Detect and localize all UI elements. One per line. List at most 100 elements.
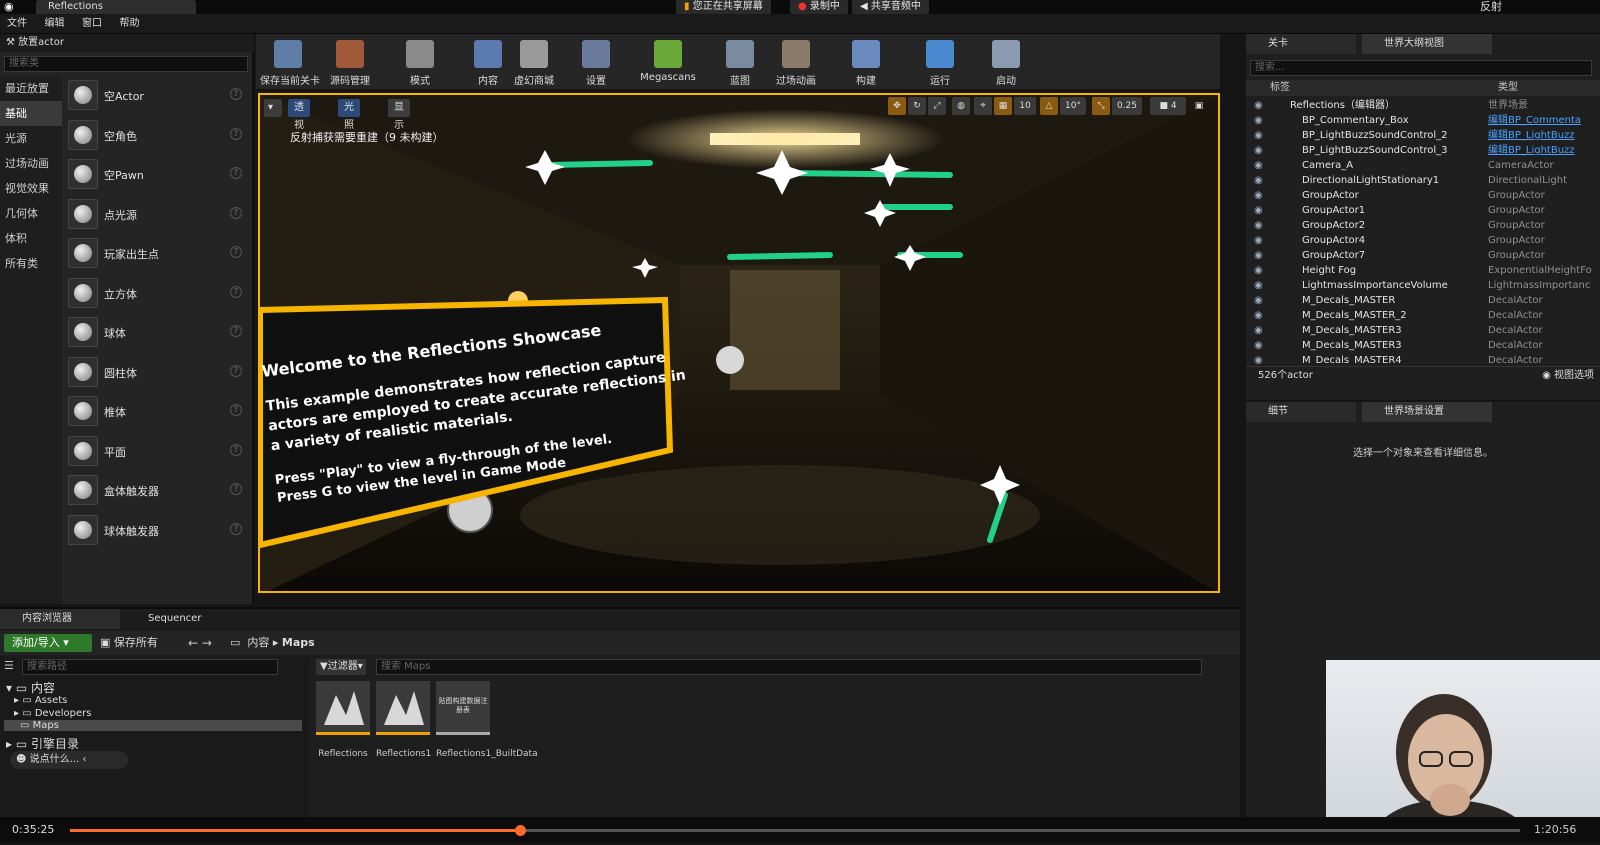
audio-share-indicator[interactable]: ◀ 共享音频中 [852,0,929,14]
grid-snap-icon[interactable]: ▦ [994,97,1012,115]
scale-snap-value[interactable]: 0.25 [1112,97,1142,115]
category-visual-effects[interactable]: 视觉效果 [0,176,62,201]
help-icon[interactable]: ? [230,206,242,219]
type-column-header[interactable]: 类型 [1498,80,1518,96]
actor-item[interactable]: 玩家出生点? [64,234,250,274]
outliner-row[interactable]: ◉ LightmassImportanceVolume LightmassImpor… [1246,278,1600,293]
actor-type[interactable]: 编辑BP_LightBuzz [1488,143,1598,158]
menu-edit[interactable]: 编辑 [45,14,65,34]
actor-type[interactable]: 编辑BP_Commenta [1488,113,1598,128]
actor-item[interactable]: 平面? [64,432,250,472]
tree-maps[interactable]: ▭ Maps [4,720,302,731]
help-icon[interactable]: ? [230,285,242,298]
help-icon[interactable]: ? [230,127,242,140]
toolbar-button-settings[interactable]: 设置 [568,38,624,88]
grid-snap-value[interactable]: 10 [1014,97,1036,115]
tab-world-outliner[interactable]: 世界大纲视图 [1362,34,1492,54]
outliner-row[interactable]: ◉ GroupActor4 GroupActor [1246,233,1600,248]
tab-details[interactable]: 细节 [1246,402,1356,422]
help-icon[interactable]: ? [230,246,242,258]
menu-file[interactable]: 文件 [7,14,27,34]
actor-item[interactable]: 盒体触发器? [64,471,250,511]
menu-help[interactable]: 帮助 [120,14,140,34]
rotation-snap-value[interactable]: 10° [1060,97,1086,115]
category-all-classes[interactable]: 所有类 [0,251,62,276]
actor-item[interactable]: 点光源? [64,195,250,235]
outliner-row[interactable]: ◉ BP_Commentary_Box 编辑BP_Commenta [1246,113,1600,128]
video-seek-handle[interactable] [514,825,526,836]
outliner-row[interactable]: ◉ BP_LightBuzzSoundControl_3 编辑BP_LightBuz… [1246,143,1600,158]
add-import-button[interactable]: 添加/导入 ▾ [4,634,92,652]
back-forward-icon[interactable]: ← → [188,634,212,652]
outliner-row[interactable]: ◉ M_Decals_MASTER_2 DecalActor [1246,308,1600,323]
level-tab[interactable]: Reflections [36,0,196,14]
scale-snap-icon[interactable]: ⤡ [1092,97,1110,115]
rotate-icon[interactable]: ↻ [908,97,926,115]
menu-window[interactable]: 窗口 [82,14,102,34]
visibility-eye-icon[interactable]: ◉ [1254,203,1263,218]
visibility-eye-icon[interactable]: ◉ [1254,98,1263,113]
outliner-row[interactable]: ◉ GroupActor7 GroupActor [1246,248,1600,263]
toolbar-button-blueprint[interactable]: 蓝图 [712,38,768,88]
toolbar-button-play[interactable]: 运行 [912,38,968,88]
category-volumes[interactable]: 体积 [0,226,62,251]
visibility-eye-icon[interactable]: ◉ [1254,128,1263,143]
outliner-row[interactable]: ◉ M_Decals_MASTER DecalActor [1246,293,1600,308]
visibility-eye-icon[interactable]: ◉ [1254,353,1263,364]
outliner-row[interactable]: ◉ GroupActor1 GroupActor [1246,203,1600,218]
outliner-row[interactable]: ◉ Camera_A CameraActor [1246,158,1600,173]
asset-reflections[interactable]: Reflections [316,681,370,760]
tab-world-settings[interactable]: 世界场景设置 [1362,402,1492,422]
show-button[interactable]: 显示 [388,99,410,131]
translate-icon[interactable]: ✥ [888,97,906,115]
actor-item[interactable]: 空Pawn? [64,155,250,195]
actor-item[interactable]: 立方体? [64,274,250,314]
visibility-eye-icon[interactable]: ◉ [1254,218,1263,233]
outliner-row[interactable]: ◉ BP_LightBuzzSoundControl_2 编辑BP_LightBuz… [1246,128,1600,143]
path-search-input[interactable]: 搜索路径 [22,659,278,675]
visibility-eye-icon[interactable]: ◉ [1254,293,1263,308]
toolbar-button-marketplace[interactable]: 虚幻商城 [506,38,562,88]
actor-item[interactable]: 球体? [64,313,250,353]
visibility-eye-icon[interactable]: ◉ [1254,338,1263,353]
visibility-eye-icon[interactable]: ◉ [1254,248,1263,263]
video-seek-bar[interactable] [70,825,1520,836]
actor-item[interactable]: 圆柱体? [64,353,250,393]
toolbar-button-save[interactable]: 保存当前关卡 [260,38,320,88]
outliner-search-input[interactable]: 搜索... [1250,60,1592,76]
outliner-row[interactable]: ◉ Height Fog ExponentialHeightFo [1246,263,1600,278]
toolbar-button-launch[interactable]: 启动 [978,38,1034,88]
filters-button[interactable]: ▼过滤器▾ [316,659,366,675]
tree-assets[interactable]: ▸ ▭ Assets [14,695,67,706]
toolbar-button-source-control[interactable]: 源码管理 [322,38,378,88]
tree-engine-content[interactable]: ▸ ▭ 引擎目录 [6,735,79,752]
surface-snap-icon[interactable]: ⌖ [974,97,992,115]
visibility-eye-icon[interactable]: ◉ [1254,113,1263,128]
help-icon[interactable]: ? [230,404,242,416]
camera-speed[interactable]: ■ 4 [1150,97,1186,115]
help-icon[interactable]: ? [230,167,242,179]
breadcrumb-maps[interactable]: Maps [282,636,315,649]
outliner-row[interactable]: ◉ M_Decals_MASTER3 DecalActor [1246,338,1600,353]
actor-item[interactable]: 空角色? [64,116,250,156]
tree-content[interactable]: ▾ ▭ 内容 [6,679,55,696]
class-search-input[interactable]: 搜索类 [4,56,248,72]
category-recent[interactable]: 最近放置 [0,76,62,101]
visibility-eye-icon[interactable]: ◉ [1254,308,1263,323]
save-all-button[interactable]: ▣ 保存所有 [100,634,158,652]
category-geometry[interactable]: 几何体 [0,201,62,226]
toolbar-button-cinematics[interactable]: 过场动画 [768,38,824,88]
actor-item[interactable]: 球体触发器? [64,511,250,551]
category-lights[interactable]: 光源 [0,126,62,151]
category-cinematic[interactable]: 过场动画 [0,151,62,176]
screen-share-status[interactable]: ▮ 您正在共享屏幕 [676,0,771,14]
category-basic[interactable]: 基础 [0,101,62,126]
toolbar-button-modes[interactable]: 模式 [392,38,448,88]
visibility-eye-icon[interactable]: ◉ [1254,188,1263,203]
breadcrumb-content[interactable]: 内容 [247,636,269,649]
lit-button[interactable]: 光照 [338,99,360,131]
outliner-row[interactable]: ◉ GroupActor GroupActor [1246,188,1600,203]
world-icon[interactable]: ◍ [952,97,970,115]
actor-type[interactable]: 编辑BP_LightBuzz [1488,128,1598,143]
toolbar-button-build[interactable]: 构建 [838,38,894,88]
